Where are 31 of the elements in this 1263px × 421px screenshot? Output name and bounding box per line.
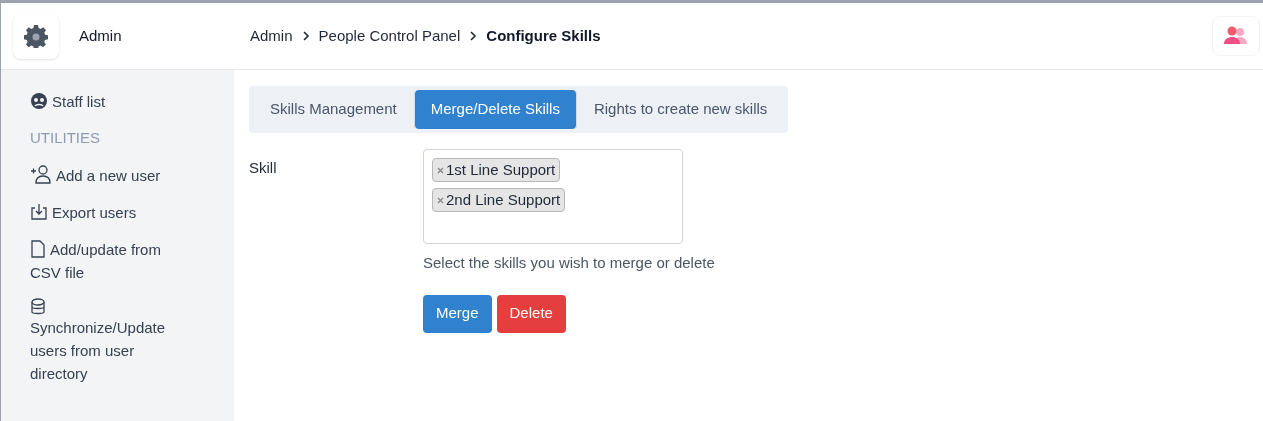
remove-icon[interactable] xyxy=(437,166,444,174)
download-icon xyxy=(30,202,48,221)
section-heading: UTILITIES xyxy=(30,128,101,148)
help-text: Select the skills you wish to merge or delete xyxy=(423,253,715,273)
skill-tag: 1st Line Support xyxy=(432,158,561,182)
sidebar-link[interactable]: Add a new user xyxy=(30,163,185,187)
breadcrumb-link[interactable]: Admin xyxy=(250,24,293,48)
sidebar-link[interactable]: Synchronize/Update users from user directory xyxy=(30,315,180,385)
chevron-icon xyxy=(300,31,311,41)
people-button[interactable] xyxy=(1212,16,1260,56)
merge-button[interactable]: Merge xyxy=(423,294,492,333)
delete-button[interactable]: Delete xyxy=(496,294,566,333)
file-icon xyxy=(30,239,46,258)
people-icon xyxy=(1223,26,1249,46)
sidebar-link[interactable]: Export users xyxy=(30,200,185,224)
chevron-icon xyxy=(468,31,479,41)
database-icon xyxy=(30,297,46,316)
app-title: Admin xyxy=(79,25,122,46)
gear-icon xyxy=(24,24,48,48)
tab[interactable]: Skills Management xyxy=(253,90,414,129)
sidebar-link[interactable]: Add/update from CSV file xyxy=(30,237,185,284)
remove-icon[interactable] xyxy=(437,196,444,204)
skill-tag: 2nd Line Support xyxy=(432,188,566,212)
breadcrumb-current: Configure Skills xyxy=(486,25,601,46)
sidebar-link[interactable]: Staff list xyxy=(30,90,185,113)
add-user-icon xyxy=(30,163,52,184)
breadcrumb-link[interactable]: People Control Panel xyxy=(318,24,461,48)
tab[interactable]: Rights to create new skills xyxy=(576,90,785,129)
tab[interactable]: Merge/Delete Skills xyxy=(414,90,576,129)
skill-select-field[interactable]: 1st Line Support 2nd Line Support xyxy=(423,149,683,244)
field-label: Skill xyxy=(249,158,278,178)
